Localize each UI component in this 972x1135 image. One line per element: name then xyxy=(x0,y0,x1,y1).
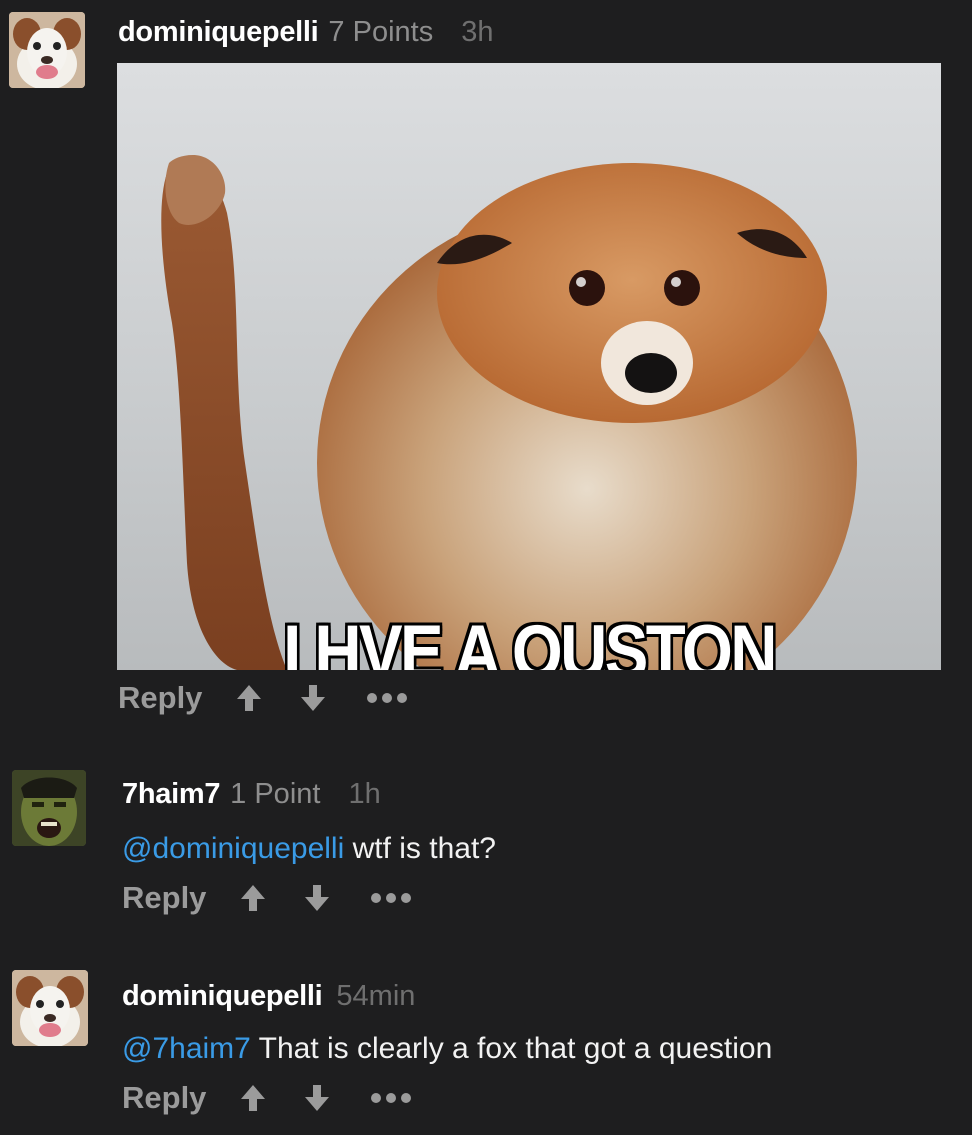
comment-meta: 7haim7 1 Point 1h xyxy=(122,778,381,811)
arrow-up-icon[interactable] xyxy=(236,683,262,713)
timestamp: 1h xyxy=(348,778,381,810)
user-avatar[interactable] xyxy=(12,970,88,1046)
points-count: 1 Point xyxy=(230,778,321,810)
reply-button[interactable]: Reply xyxy=(118,680,202,716)
comment-text: @dominiquepelli wtf is that? xyxy=(122,832,496,866)
arrow-up-icon[interactable] xyxy=(240,883,266,913)
dog-avatar-icon xyxy=(12,970,88,1046)
user-avatar[interactable] xyxy=(9,12,85,88)
comment-meta: dominiquepelli 7 Points 3h xyxy=(118,16,493,49)
meme-image[interactable]: I HVE A QUSTON xyxy=(117,63,941,670)
comment-actions: Reply xyxy=(118,680,408,716)
comment-meta: dominiquepelli 54min xyxy=(122,980,415,1013)
timestamp: 3h xyxy=(461,16,494,48)
arrow-down-icon[interactable] xyxy=(300,683,326,713)
user-mention[interactable]: @7haim7 xyxy=(122,1032,251,1065)
reply-button[interactable]: Reply xyxy=(122,880,206,916)
points-count: 7 Points xyxy=(328,16,434,48)
user-mention[interactable]: @dominiquepelli xyxy=(122,832,344,865)
reply-button[interactable]: Reply xyxy=(122,1080,206,1116)
dog-avatar-icon xyxy=(9,12,85,88)
arrow-up-icon[interactable] xyxy=(240,1083,266,1113)
more-options-icon[interactable] xyxy=(370,1092,412,1104)
more-options-icon[interactable] xyxy=(370,892,412,904)
username[interactable]: dominiquepelli xyxy=(122,980,323,1012)
username[interactable]: dominiquepelli xyxy=(118,16,319,48)
timestamp: 54min xyxy=(336,980,416,1012)
more-options-icon[interactable] xyxy=(366,692,408,704)
comment-message: wtf is that? xyxy=(344,832,496,865)
comment-actions: Reply xyxy=(122,880,412,916)
hulk-avatar-icon xyxy=(12,770,86,846)
username[interactable]: 7haim7 xyxy=(122,778,220,810)
arrow-down-icon[interactable] xyxy=(304,1083,330,1113)
comment-text: @7haim7 That is clearly a fox that got a… xyxy=(122,1032,772,1066)
raised-paw-fox-image xyxy=(161,155,857,670)
user-avatar[interactable] xyxy=(12,770,86,846)
arrow-down-icon[interactable] xyxy=(304,883,330,913)
comment-message: That is clearly a fox that got a questio… xyxy=(250,1032,773,1065)
comment-actions: Reply xyxy=(122,1080,412,1116)
meme-caption: I HVE A QUSTON xyxy=(283,610,777,671)
